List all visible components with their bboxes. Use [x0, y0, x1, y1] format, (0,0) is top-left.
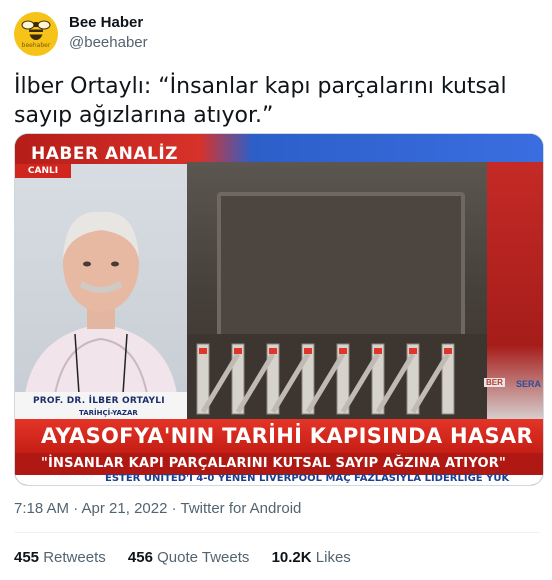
account-handle[interactable]: @beehaber [69, 34, 148, 51]
tweet-text: İlber Ortaylı: “İnsanlar kapı parçaların… [14, 74, 507, 128]
guest-portrait [25, 211, 177, 395]
likes-label: Likes [315, 549, 351, 566]
headline: AYASOFYA'NIN TARİHİ KAPISINDA HASAR [41, 424, 533, 448]
tweet-image[interactable]: HABER ANALİZ BER SERA CANLI PROF. DR. İL… [14, 133, 544, 486]
avatar[interactable]: beehaber [14, 12, 58, 56]
quotes-count: 456 [127, 549, 153, 566]
background-screen-label-2: SERA [515, 379, 541, 389]
background-screen-label: BER [484, 378, 505, 387]
barrier-image [187, 334, 487, 424]
retweets-count: 455 [14, 549, 40, 566]
avatar-text: beehaber [21, 42, 51, 49]
engagement-stats: 455 Retweets 456 Quote Tweets 10.2K Like… [14, 549, 369, 566]
tweet-timestamp[interactable]: 7:18 AM · Apr 21, 2022 · Twitter for And… [14, 500, 301, 517]
news-ticker: ESTER UNITED'I 4-0 YENEN LIVERPOOL MAÇ F… [105, 473, 510, 484]
guest-video [15, 164, 187, 424]
live-badge: CANLI [15, 164, 71, 178]
subheadline: "İNSANLAR KAPI PARÇALARINI KUTSAL SAYIP … [41, 456, 506, 471]
retweets-stat[interactable]: 455 Retweets [14, 549, 106, 566]
bee-logo-icon [21, 20, 51, 40]
tweet: beehaber Bee Haber @beehaber İlber Ortay… [0, 0, 552, 580]
likes-stat[interactable]: 10.2K Likes [272, 549, 351, 566]
divider [14, 532, 540, 533]
quotes-stat[interactable]: 456 Quote Tweets [128, 549, 249, 566]
account-name[interactable]: Bee Haber [69, 14, 143, 31]
quotes-label: Quote Tweets [157, 549, 250, 566]
retweets-label: Retweets [43, 549, 106, 566]
likes-count: 10.2K [271, 549, 312, 566]
guest-title: TARİHÇİ-YAZAR [79, 409, 138, 417]
program-title: HABER ANALİZ [31, 144, 178, 164]
guest-name: PROF. DR. İLBER ORTAYLI [33, 396, 165, 406]
